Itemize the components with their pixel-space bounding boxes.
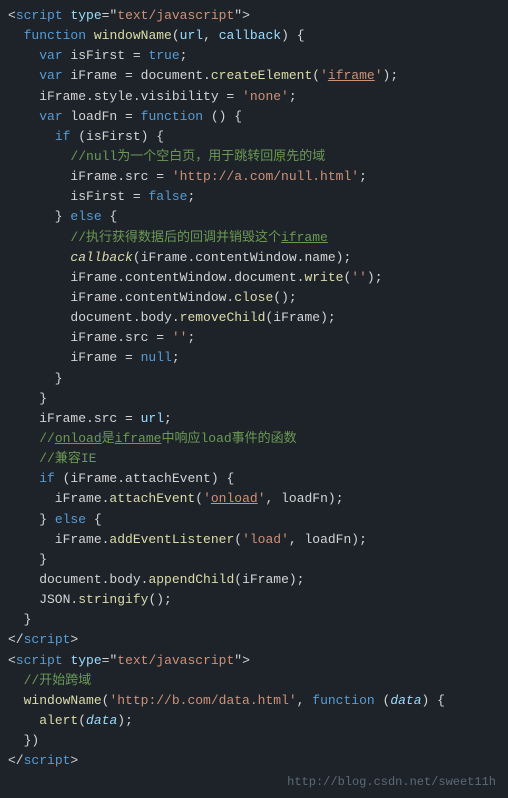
line-34: //开始跨域: [0, 671, 508, 691]
line-12: //执行获得数据后的回调并销毁这个iframe: [0, 228, 508, 248]
line-15: iFrame.contentWindow.close();: [0, 288, 508, 308]
line-23: //兼容IE: [0, 449, 508, 469]
line-4: var iFrame = document.createElement('ifr…: [0, 66, 508, 86]
line-28: }: [0, 550, 508, 570]
line-8: //null为一个空白页，用于跳转回原先的域: [0, 147, 508, 167]
code-block: <script type="text/javascript"> function…: [0, 0, 508, 798]
line-22: //onload是iframe中响应load事件的函数: [0, 429, 508, 449]
line-18: iFrame = null;: [0, 348, 508, 368]
line-21: iFrame.src = url;: [0, 409, 508, 429]
line-25: iFrame.attachEvent('onload', loadFn);: [0, 489, 508, 509]
line-35: windowName('http://b.com/data.html', fun…: [0, 691, 508, 711]
line-36: alert(data);: [0, 711, 508, 731]
line-10: isFirst = false;: [0, 187, 508, 207]
line-2: function windowName(url, callback) {: [0, 26, 508, 46]
line-33: <script type="text/javascript">: [0, 651, 508, 671]
line-31: }: [0, 610, 508, 630]
line-29: document.body.appendChild(iFrame);: [0, 570, 508, 590]
line-26: } else {: [0, 510, 508, 530]
line-38: </script>: [0, 751, 508, 771]
line-16: document.body.removeChild(iFrame);: [0, 308, 508, 328]
line-19: }: [0, 369, 508, 389]
line-37: }): [0, 731, 508, 751]
line-14: iFrame.contentWindow.document.write('');: [0, 268, 508, 288]
line-9: iFrame.src = 'http://a.com/null.html';: [0, 167, 508, 187]
line-11: } else {: [0, 207, 508, 227]
line-24: if (iFrame.attachEvent) {: [0, 469, 508, 489]
line-6: var loadFn = function () {: [0, 107, 508, 127]
line-13: callback(iFrame.contentWindow.name);: [0, 248, 508, 268]
line-3: var isFirst = true;: [0, 46, 508, 66]
line-27: iFrame.addEventListener('load', loadFn);: [0, 530, 508, 550]
line-30: JSON.stringify();: [0, 590, 508, 610]
watermark: http://blog.csdn.net/sweet11h: [0, 773, 508, 792]
line-7: if (isFirst) {: [0, 127, 508, 147]
line-32: </script>: [0, 630, 508, 650]
line-5: iFrame.style.visibility = 'none';: [0, 87, 508, 107]
line-1: <script type="text/javascript">: [0, 6, 508, 26]
line-17: iFrame.src = '';: [0, 328, 508, 348]
line-20: }: [0, 389, 508, 409]
